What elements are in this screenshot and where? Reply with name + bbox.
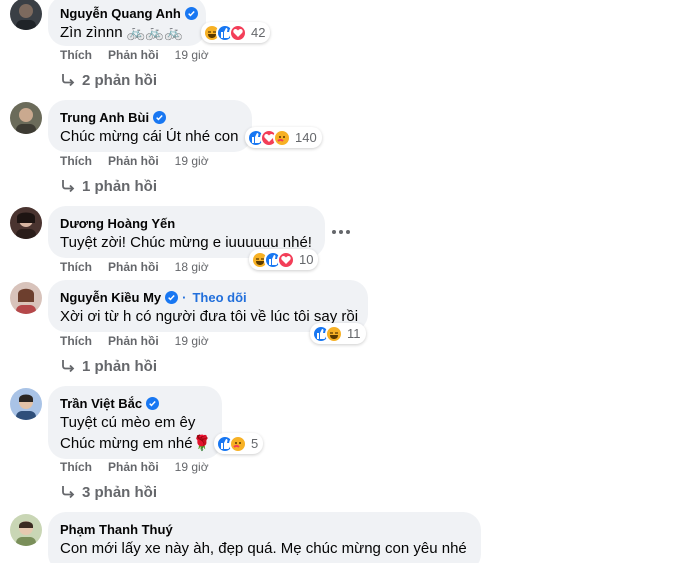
comment-bubble: Trần Việt Bắc Tuyệt cú mèo em êy Chúc mừ… [48, 386, 222, 459]
view-replies-link[interactable]: 1 phản hồi [60, 176, 157, 196]
reaction-count: 11 [347, 326, 361, 341]
comment-text: Xời ơi từ h có người đưa tôi về lúc tôi … [60, 308, 359, 325]
replies-count[interactable]: 1 phản hồi [82, 358, 157, 375]
like-button[interactable]: Thích [60, 154, 92, 168]
view-replies-link[interactable]: 2 phản hồi [60, 70, 157, 90]
comment-author[interactable]: Dương Hoàng Yến [60, 216, 175, 231]
comment-author[interactable]: Trung Anh Bùi [60, 110, 149, 125]
timestamp[interactable]: 19 giờ [175, 48, 209, 62]
comment-actions: Thích Phản hồi 19 giờ [60, 153, 209, 169]
comment-actions: Thích Phản hồi 19 giờ [60, 459, 209, 475]
comment-bubble: Phạm Thanh Thuý Con mới lấy xe này àh, đ… [48, 512, 481, 563]
comment-author[interactable]: Nguyễn Kiều My [60, 290, 161, 305]
reaction-count: 5 [251, 436, 259, 451]
like-button[interactable]: Thích [60, 334, 92, 348]
comment-text: Con mới lấy xe này àh, đẹp quá. Mẹ chúc … [60, 540, 467, 557]
reaction-summary[interactable]: 5 [214, 433, 264, 454]
comment-author[interactable]: Nguyễn Quang Anh [60, 6, 181, 21]
separator-dot: · [182, 289, 187, 305]
view-replies-link[interactable]: 1 phản hồi [60, 356, 157, 376]
care-reaction-icon [229, 434, 247, 453]
comment-author[interactable]: Trần Việt Bắc [60, 396, 142, 411]
reply-button[interactable]: Phản hồi [108, 334, 159, 348]
avatar[interactable] [10, 102, 42, 134]
reply-arrow-icon [62, 360, 75, 373]
avatar[interactable] [10, 514, 42, 546]
like-button[interactable]: Thích [60, 460, 92, 474]
timestamp[interactable]: 19 giờ [175, 460, 209, 474]
like-button[interactable]: Thích [60, 260, 92, 274]
reply-button[interactable]: Phản hồi [108, 48, 159, 62]
comment-bubble: Trung Anh Bùi Chúc mừng cái Út nhé con [48, 100, 252, 152]
reaction-count: 42 [251, 25, 266, 40]
love-reaction-icon [277, 250, 295, 269]
reply-arrow-icon [62, 74, 75, 87]
reaction-count: 140 [295, 130, 317, 145]
reply-arrow-icon [62, 486, 75, 499]
replies-count[interactable]: 3 phản hồi [82, 484, 157, 501]
replies-count[interactable]: 1 phản hồi [82, 178, 157, 195]
comment-actions: Thích Phản hồi 19 giờ [60, 333, 209, 349]
follow-link[interactable]: Theo dõi [192, 290, 246, 305]
reaction-summary[interactable]: 42 [201, 22, 271, 43]
comment-text: Zìn zìnnn 🚲🚲🚲 [60, 24, 183, 41]
like-button[interactable]: Thích [60, 48, 92, 62]
comment-actions: Thích Phản hồi 18 giờ [60, 259, 209, 275]
comment-author[interactable]: Phạm Thanh Thuý [60, 522, 173, 537]
avatar[interactable] [10, 388, 42, 420]
care-reaction-icon [273, 128, 291, 147]
timestamp[interactable]: 18 giờ [175, 260, 209, 274]
replies-count[interactable]: 2 phản hồi [82, 72, 157, 89]
reply-arrow-icon [62, 180, 75, 193]
reply-button[interactable]: Phản hồi [108, 460, 159, 474]
comment-actions: Thích Phản hồi 19 giờ [60, 47, 209, 63]
verified-badge-icon [165, 290, 179, 304]
verified-badge-icon [146, 396, 160, 410]
comment-text: Chúc mừng cái Út nhé con [60, 128, 239, 145]
haha-reaction-icon [325, 324, 343, 343]
reaction-summary[interactable]: 140 [245, 127, 322, 148]
verified-badge-icon [184, 6, 198, 20]
reaction-summary[interactable]: 10 [249, 249, 319, 270]
reaction-count: 10 [299, 252, 314, 267]
avatar[interactable] [10, 282, 42, 314]
comment-text: Tuyệt cú mèo em êy [60, 414, 196, 431]
avatar[interactable] [10, 207, 42, 239]
reply-button[interactable]: Phản hồi [108, 154, 159, 168]
view-replies-link[interactable]: 3 phản hồi [60, 482, 157, 502]
timestamp[interactable]: 19 giờ [175, 154, 209, 168]
comment-bubble: Nguyễn Quang Anh Zìn zìnnn 🚲🚲🚲 [48, 0, 206, 46]
reaction-summary[interactable]: 11 [310, 323, 366, 344]
comment-text: Chúc mừng em nhé🌹 [60, 435, 212, 452]
verified-badge-icon [153, 110, 167, 124]
love-reaction-icon [229, 23, 247, 42]
avatar[interactable] [10, 0, 42, 30]
reply-button[interactable]: Phản hồi [108, 260, 159, 274]
timestamp[interactable]: 19 giờ [175, 334, 209, 348]
more-options-icon[interactable] [332, 230, 350, 234]
